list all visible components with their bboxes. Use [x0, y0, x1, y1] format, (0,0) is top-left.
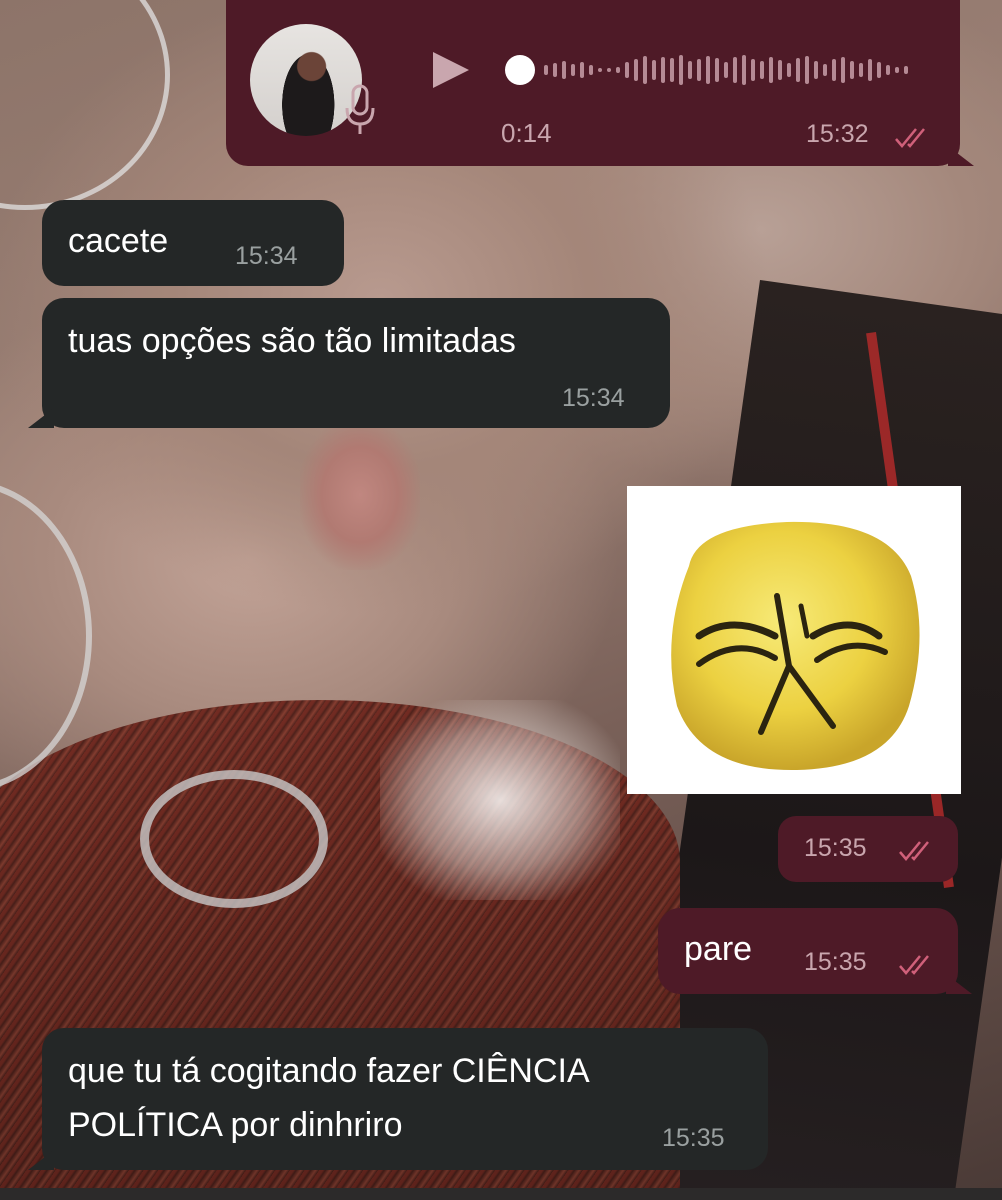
waveform-bar — [661, 57, 665, 83]
waveform-bar — [886, 65, 890, 75]
wallpaper-photo-lips — [300, 420, 420, 570]
wallpaper-photo-glasses — [0, 0, 170, 210]
waveform-bar — [805, 56, 809, 84]
incoming-message-bubble[interactable]: que tu tá cogitando fazer CIÊNCIA POLÍTI… — [28, 1028, 768, 1170]
waveform-bar — [634, 59, 638, 81]
waveform-bar — [688, 61, 692, 79]
microphone-icon — [345, 84, 375, 134]
message-time: 15:35 — [804, 948, 867, 976]
waveform-bar — [787, 63, 791, 77]
waveform-bar — [571, 64, 575, 76]
double-check-icon — [899, 841, 929, 861]
message-text: tuas opções são tão limitadas — [68, 322, 516, 360]
play-icon[interactable] — [431, 50, 471, 90]
waveform-bar — [598, 68, 602, 72]
waveform-bar — [751, 59, 755, 81]
sticker-time-badge: 15:35 — [778, 816, 958, 882]
wallpaper-photo-light-area — [380, 700, 620, 900]
waveform-bar — [697, 59, 701, 81]
voice-message-bubble[interactable]: 0:14 15:32 — [226, 0, 974, 166]
double-check-icon — [895, 128, 925, 148]
waveform-bar — [580, 62, 584, 78]
waveform-bar — [895, 67, 899, 73]
voice-duration: 0:14 — [501, 118, 552, 148]
waveform-bar — [823, 64, 827, 76]
waveform-bar — [544, 65, 548, 75]
waveform-bar — [778, 60, 782, 80]
message-time: 15:34 — [235, 242, 298, 270]
double-check-icon — [899, 955, 929, 975]
incoming-message-bubble[interactable]: cacete 15:34 — [42, 200, 344, 286]
voice-waveform[interactable] — [504, 38, 924, 102]
wallpaper-bottom-edge — [0, 1188, 1002, 1200]
message-text: pare — [684, 930, 753, 968]
waveform-bar — [742, 55, 746, 85]
message-time: 15:35 — [662, 1124, 725, 1152]
waveform-bar — [679, 55, 683, 85]
waveform-bar — [643, 56, 647, 84]
wallpaper-photo-earring — [140, 770, 328, 908]
waveform-bar — [841, 57, 845, 83]
angry-face-sticker-icon — [671, 521, 920, 771]
waveform-bar — [724, 62, 728, 78]
waveform-bar — [796, 58, 800, 82]
waveform-bar — [670, 58, 674, 82]
waveform-bar — [715, 58, 719, 82]
waveform-bar — [769, 57, 773, 83]
message-time: 15:35 — [804, 834, 867, 862]
waveform-bar — [760, 61, 764, 79]
incoming-message-bubble[interactable]: tuas opções são tão limitadas 15:34 — [28, 298, 670, 428]
waveform-bar — [904, 66, 908, 74]
sticker-image[interactable] — [627, 486, 961, 794]
waveform-bar — [607, 68, 611, 72]
message-text: cacete — [68, 222, 169, 260]
message-time: 15:34 — [562, 384, 625, 412]
message-text: que tu tá cogitando fazer CIÊNCIA POLÍTI… — [68, 1052, 590, 1144]
waveform-bar — [868, 59, 872, 81]
outgoing-message-bubble[interactable]: pare 15:35 — [658, 908, 972, 994]
waveform-bar — [832, 59, 836, 81]
waveform-bar — [814, 61, 818, 79]
waveform-bar — [877, 62, 881, 78]
waveform-bar — [652, 60, 656, 80]
waveform-bar — [553, 63, 557, 77]
message-time: 15:32 — [806, 120, 869, 148]
waveform-bar — [850, 61, 854, 79]
waveform-bar — [589, 65, 593, 75]
waveform-bar — [859, 63, 863, 77]
waveform-bar — [625, 62, 629, 78]
waveform-bar — [562, 61, 566, 79]
waveform-bar — [616, 67, 620, 73]
waveform-bar — [733, 57, 737, 83]
waveform-bar — [706, 56, 710, 84]
